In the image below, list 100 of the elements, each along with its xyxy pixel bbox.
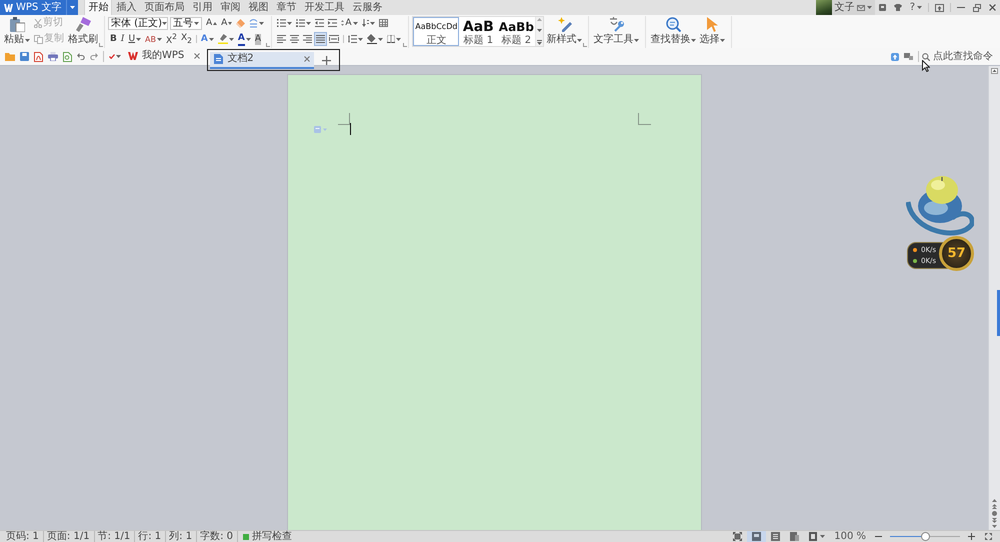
ribbon-tab[interactable]: 章节 <box>272 0 300 15</box>
alignment-button[interactable] <box>288 32 302 46</box>
close-icon[interactable] <box>194 52 200 58</box>
ribbon-tab[interactable]: 页面布局 <box>140 0 188 15</box>
format-painter-button[interactable]: 格式刷 <box>67 16 99 47</box>
browse-object-icon[interactable] <box>992 511 997 516</box>
strikethrough-button[interactable]: AB <box>143 32 164 46</box>
caret-icon <box>259 22 264 24</box>
text-effect-button[interactable]: A <box>198 32 216 46</box>
print-preview-button[interactable] <box>61 50 74 64</box>
new-style-button[interactable]: 新样式 <box>545 16 584 47</box>
ribbon-tab[interactable]: 开发工具 <box>300 0 348 15</box>
ribbon-tab[interactable]: 审阅 <box>216 0 244 15</box>
pinyin-button[interactable] <box>247 16 266 30</box>
folder-icon <box>5 52 15 60</box>
account-button[interactable]: 文子 <box>832 0 875 15</box>
scroll-down-icon[interactable] <box>992 525 997 528</box>
print-preview-icon <box>63 52 72 62</box>
ribbon-tab[interactable]: 开始 <box>84 0 112 15</box>
bold-button[interactable]: B <box>108 32 119 46</box>
eraser-icon <box>236 18 246 28</box>
increase-indent-button[interactable] <box>326 16 340 30</box>
web-view-icon <box>790 532 800 541</box>
caret-icon <box>352 22 358 24</box>
view-mode-button[interactable] <box>747 531 766 542</box>
text-tools-button[interactable]: 文字工具 <box>592 16 640 47</box>
paste-button[interactable]: 粘贴 <box>3 16 31 47</box>
select-button[interactable]: 选择 <box>698 16 726 47</box>
scroll-down-icon[interactable] <box>537 29 542 32</box>
font-size-field[interactable]: 五号 <box>170 16 202 30</box>
underline-button[interactable]: U <box>126 32 144 46</box>
undo-icon <box>77 53 85 60</box>
scroll-up-icon[interactable] <box>992 499 997 502</box>
ribbon-tab[interactable]: 插入 <box>112 0 140 15</box>
line-spacing-button[interactable] <box>346 32 366 46</box>
logo-icon <box>4 4 13 12</box>
bullet-list-button[interactable] <box>275 16 294 30</box>
ribbon-tab[interactable]: 云服务 <box>348 0 386 15</box>
save-button[interactable] <box>18 50 31 64</box>
sparkle-pencil-icon <box>556 17 572 32</box>
alignment-button[interactable] <box>301 32 314 46</box>
caret-icon <box>820 535 826 538</box>
caret-icon <box>116 55 121 58</box>
alignment-button[interactable] <box>314 32 328 46</box>
scroll-up-icon[interactable] <box>991 68 998 74</box>
help-button[interactable]: ? <box>906 0 926 15</box>
slider-thumb[interactable] <box>921 532 930 541</box>
document-tab[interactable]: 文档2 <box>210 52 314 68</box>
print-button[interactable] <box>46 50 60 64</box>
copy-icon <box>34 34 43 44</box>
side-panel-handle[interactable] <box>997 290 1000 336</box>
shrink-font-button[interactable]: A <box>219 16 234 30</box>
table-button[interactable] <box>376 16 390 30</box>
app-menu-button[interactable]: WPS 文字 <box>0 0 78 15</box>
pdf-file-icon <box>34 52 43 62</box>
status-text: 行: 1 <box>135 531 166 542</box>
distribute-icon <box>329 35 340 43</box>
up-triangle-icon <box>213 22 218 24</box>
style-tile[interactable]: AaBbCcDd 正文 <box>413 17 460 46</box>
decrease-indent-icon <box>315 19 324 27</box>
spell-check-button[interactable]: 拼写检查 <box>238 531 297 542</box>
decrease-indent-button[interactable] <box>313 16 326 30</box>
subscript-button[interactable]: X$_{2}$ <box>178 32 194 46</box>
close-icon[interactable] <box>304 56 310 62</box>
highlight-button[interactable] <box>216 32 236 46</box>
printer-icon <box>48 52 58 61</box>
font-color-button[interactable]: A <box>236 32 253 46</box>
alignment-button[interactable] <box>275 32 288 46</box>
align-left-icon <box>277 35 286 43</box>
italic-button[interactable]: I <box>118 32 126 46</box>
numbered-list-button[interactable] <box>294 16 314 30</box>
character-shading-button[interactable]: A <box>252 32 264 46</box>
minimize-icon <box>957 7 965 8</box>
command-search-field[interactable]: 点此查找命令 <box>933 50 997 63</box>
table-icon <box>378 19 388 27</box>
up-arrow-box-icon <box>935 4 944 12</box>
caret-icon <box>246 38 251 40</box>
superscript-button[interactable]: X$^{2}$ <box>164 32 179 46</box>
ribbon-tab[interactable]: 引用 <box>188 0 216 15</box>
magnifier-icon <box>666 17 681 32</box>
font-family-field[interactable]: 宋体 (正文) <box>108 16 168 30</box>
find-replace-button[interactable]: 查找替换 <box>649 16 698 47</box>
up-down-arrows-icon <box>341 20 344 26</box>
alignment-button[interactable] <box>327 32 342 46</box>
more-icon[interactable] <box>537 40 542 45</box>
text-direction-button[interactable]: A <box>339 16 360 30</box>
avatar-photo-placeholder[interactable] <box>816 0 832 15</box>
previous-page-icon[interactable] <box>992 504 997 509</box>
vertical-scrollbar[interactable] <box>988 66 1000 530</box>
document-tab[interactable]: 我的WPS <box>124 48 204 65</box>
next-page-icon[interactable] <box>992 518 997 523</box>
ribbon-tab[interactable]: 视图 <box>244 0 272 15</box>
shading-button[interactable] <box>365 32 386 46</box>
caret-icon <box>866 6 872 9</box>
document-icon <box>214 54 224 64</box>
plus-icon <box>322 56 332 64</box>
caret-icon <box>208 38 214 40</box>
borders-button[interactable] <box>385 32 404 46</box>
grow-font-button[interactable]: A <box>204 16 220 30</box>
export-pdf-button[interactable] <box>32 50 45 64</box>
